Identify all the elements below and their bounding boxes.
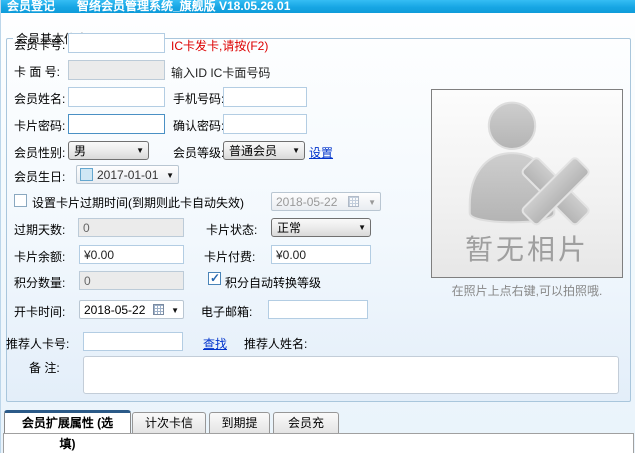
card-fee-label: 卡片付费: (204, 248, 255, 265)
expire-checkbox[interactable] (14, 194, 27, 207)
expire-days-input (78, 218, 184, 237)
balance-input[interactable] (79, 245, 184, 264)
birthday-checkbox[interactable] (80, 168, 93, 181)
card-no-label: 会员卡号: (14, 36, 65, 53)
title-bar: 会员登记 智络会员管理系统_旗舰版 V18.05.26.01 (1, 0, 635, 13)
card-status-dropdown[interactable]: 正常 ▼ (271, 218, 371, 237)
tab-extended-attributes[interactable]: 会员扩展属性 (选填) (4, 410, 131, 433)
photo-caption: 在照片上点右键,可以拍照哦. (431, 282, 623, 299)
mobile-input[interactable] (223, 87, 307, 107)
tab-content-panel (3, 433, 634, 453)
password-input[interactable] (68, 114, 165, 134)
referrer-search-link[interactable]: 查找 (203, 335, 227, 352)
expire-label: 设置卡片过期时间(到期则此卡自动失效) (32, 194, 244, 211)
points-label: 积分数量: (14, 274, 65, 291)
level-label: 会员等级: (173, 144, 224, 161)
name-input[interactable] (68, 87, 165, 107)
face-no-input (68, 60, 165, 80)
remark-label: 备 注: (29, 359, 60, 376)
open-date-label: 开卡时间: (14, 303, 65, 320)
password-label: 卡片密码: (14, 117, 65, 134)
no-photo-person-icon (452, 98, 602, 230)
tab-count-card-info[interactable]: 计次卡信息 (132, 412, 206, 433)
level-settings-link[interactable]: 设置 (309, 144, 333, 161)
chevron-down-icon: ▼ (292, 146, 300, 155)
chevron-down-icon: ▼ (358, 223, 366, 232)
referrer-no-label: 推荐人卡号: (6, 335, 69, 352)
email-input[interactable] (268, 300, 368, 319)
tab-member-recharge[interactable]: 会员充值 (273, 412, 339, 433)
calendar-icon (348, 196, 359, 207)
open-date-value: 2018-05-22 (84, 303, 145, 317)
level-value: 普通会员 (229, 142, 277, 159)
gender-dropdown[interactable]: 男 ▼ (68, 141, 149, 160)
confirm-password-input[interactable] (223, 114, 307, 134)
expire-datepicker: 2018-05-22 ▼ (271, 192, 381, 211)
app-title: 智络会员管理系统_旗舰版 V18.05.26.01 (77, 0, 290, 13)
remark-textarea[interactable] (83, 356, 619, 394)
auto-level-checkbox[interactable] (208, 272, 221, 285)
no-photo-text: 暂无相片 (432, 228, 622, 268)
expire-days-label: 过期天数: (14, 221, 65, 238)
mobile-label: 手机号码: (173, 90, 224, 107)
chevron-down-icon: ▼ (166, 171, 174, 180)
face-no-hint: 输入ID IC卡面号码 (171, 64, 270, 81)
confirm-password-label: 确认密码: (173, 117, 224, 134)
open-date-picker[interactable]: 2018-05-22 ▼ (79, 300, 184, 319)
gender-value: 男 (74, 142, 86, 159)
card-status-value: 正常 (277, 219, 301, 236)
level-dropdown[interactable]: 普通会员 ▼ (223, 141, 305, 160)
birthday-value: 2017-01-01 (97, 168, 158, 182)
tab-expiry-reminder[interactable]: 到期提醒 (209, 412, 270, 433)
calendar-icon (153, 304, 164, 315)
card-fee-input[interactable] (271, 245, 371, 264)
face-no-label: 卡 面 号: (14, 63, 60, 80)
expire-date-value: 2018-05-22 (276, 195, 337, 209)
card-no-input[interactable] (68, 33, 165, 53)
birthday-label: 会员生日: (14, 168, 65, 185)
referrer-name-label: 推荐人姓名: (244, 335, 307, 352)
points-input (79, 271, 184, 290)
email-label: 电子邮箱: (201, 303, 252, 320)
referrer-no-input[interactable] (83, 332, 183, 351)
ic-card-hint: IC卡发卡,请按(F2) (171, 37, 268, 54)
birthday-datepicker[interactable]: 2017-01-01 ▼ (76, 165, 179, 184)
gender-label: 会员性别: (14, 144, 65, 161)
chevron-down-icon: ▼ (136, 146, 144, 155)
window-title: 会员登记 (7, 0, 55, 13)
balance-label: 卡片余额: (14, 248, 65, 265)
auto-level-label: 积分自动转换等级 (225, 274, 321, 291)
member-registration-window: 会员登记 智络会员管理系统_旗舰版 V18.05.26.01 会员基本信息 会员… (0, 0, 635, 453)
name-label: 会员姓名: (14, 90, 65, 107)
card-status-label: 卡片状态: (206, 221, 257, 238)
chevron-down-icon: ▼ (368, 198, 376, 207)
photo-placeholder[interactable]: 暂无相片 (431, 89, 623, 278)
chevron-down-icon: ▼ (171, 306, 179, 315)
